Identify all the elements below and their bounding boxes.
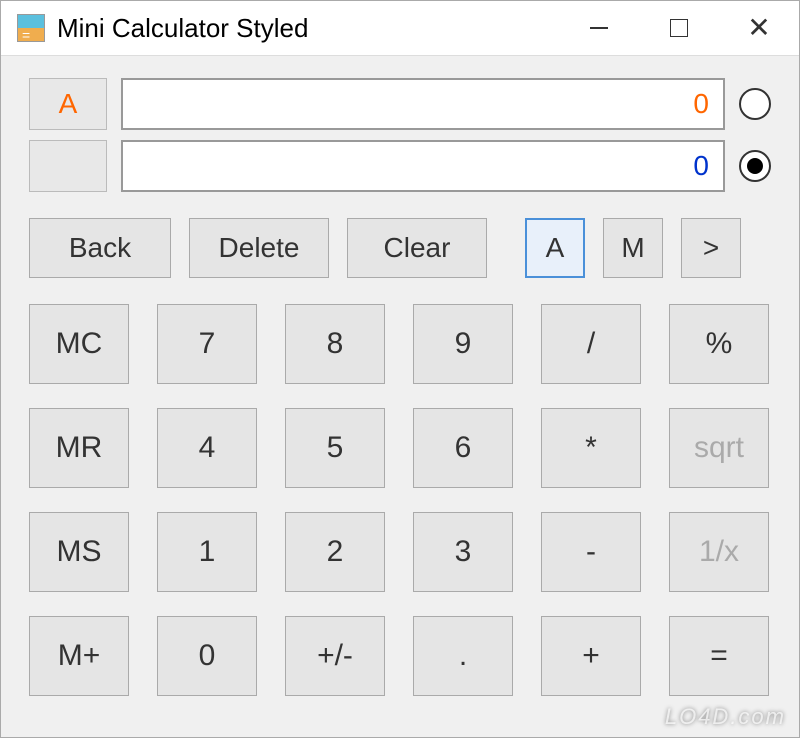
radio-a[interactable] xyxy=(739,88,771,120)
digit-8-button[interactable]: 8 xyxy=(285,304,385,384)
display-row-b xyxy=(29,140,771,192)
close-button[interactable]: ✕ xyxy=(719,1,799,55)
radio-b[interactable] xyxy=(739,150,771,182)
digit-5-button[interactable]: 5 xyxy=(285,408,385,488)
gt-button[interactable]: > xyxy=(681,218,741,278)
display-label-a: A xyxy=(29,78,107,130)
window-title: Mini Calculator Styled xyxy=(57,13,559,44)
digit-6-button[interactable]: 6 xyxy=(413,408,513,488)
back-button[interactable]: Back xyxy=(29,218,171,278)
ms-button[interactable]: MS xyxy=(29,512,129,592)
calculator-window: Mini Calculator Styled ✕ A xyxy=(0,0,800,738)
digit-7-button[interactable]: 7 xyxy=(157,304,257,384)
maximize-icon xyxy=(670,19,688,37)
digit-3-button[interactable]: 3 xyxy=(413,512,513,592)
minus-button[interactable]: - xyxy=(541,512,641,592)
digit-4-button[interactable]: 4 xyxy=(157,408,257,488)
window-controls: ✕ xyxy=(559,1,799,55)
percent-button[interactable]: % xyxy=(669,304,769,384)
digit-0-button[interactable]: 0 xyxy=(157,616,257,696)
clear-button[interactable]: Clear xyxy=(347,218,487,278)
close-icon: ✕ xyxy=(747,14,770,42)
display-label-b xyxy=(29,140,107,192)
maximize-button[interactable] xyxy=(639,1,719,55)
digit-1-button[interactable]: 1 xyxy=(157,512,257,592)
decimal-button[interactable]: . xyxy=(413,616,513,696)
action-row: Back Delete Clear A M > xyxy=(29,218,771,278)
plusminus-button[interactable]: +/- xyxy=(285,616,385,696)
minimize-button[interactable] xyxy=(559,1,639,55)
equals-button[interactable]: = xyxy=(669,616,769,696)
titlebar: Mini Calculator Styled ✕ xyxy=(1,1,799,56)
mr-button[interactable]: MR xyxy=(29,408,129,488)
reciprocal-button[interactable]: 1/x xyxy=(669,512,769,592)
plus-button[interactable]: + xyxy=(541,616,641,696)
display-input-b[interactable] xyxy=(121,140,725,192)
mode-m-button[interactable]: M xyxy=(603,218,663,278)
mc-button[interactable]: MC xyxy=(29,304,129,384)
watermark: LO4D.com xyxy=(665,704,786,730)
digit-2-button[interactable]: 2 xyxy=(285,512,385,592)
display-input-a[interactable] xyxy=(121,78,725,130)
multiply-button[interactable]: * xyxy=(541,408,641,488)
mode-a-button[interactable]: A xyxy=(525,218,585,278)
digit-9-button[interactable]: 9 xyxy=(413,304,513,384)
app-icon xyxy=(17,14,45,42)
minimize-icon xyxy=(590,27,608,29)
content-area: A Back Delete Clear A M > MC 7 8 9 / % xyxy=(1,56,799,718)
delete-button[interactable]: Delete xyxy=(189,218,329,278)
divide-button[interactable]: / xyxy=(541,304,641,384)
keypad: MC 7 8 9 / % MR 4 5 6 * sqrt MS 1 2 3 - … xyxy=(29,304,771,696)
display-row-a: A xyxy=(29,78,771,130)
mplus-button[interactable]: M+ xyxy=(29,616,129,696)
sqrt-button[interactable]: sqrt xyxy=(669,408,769,488)
